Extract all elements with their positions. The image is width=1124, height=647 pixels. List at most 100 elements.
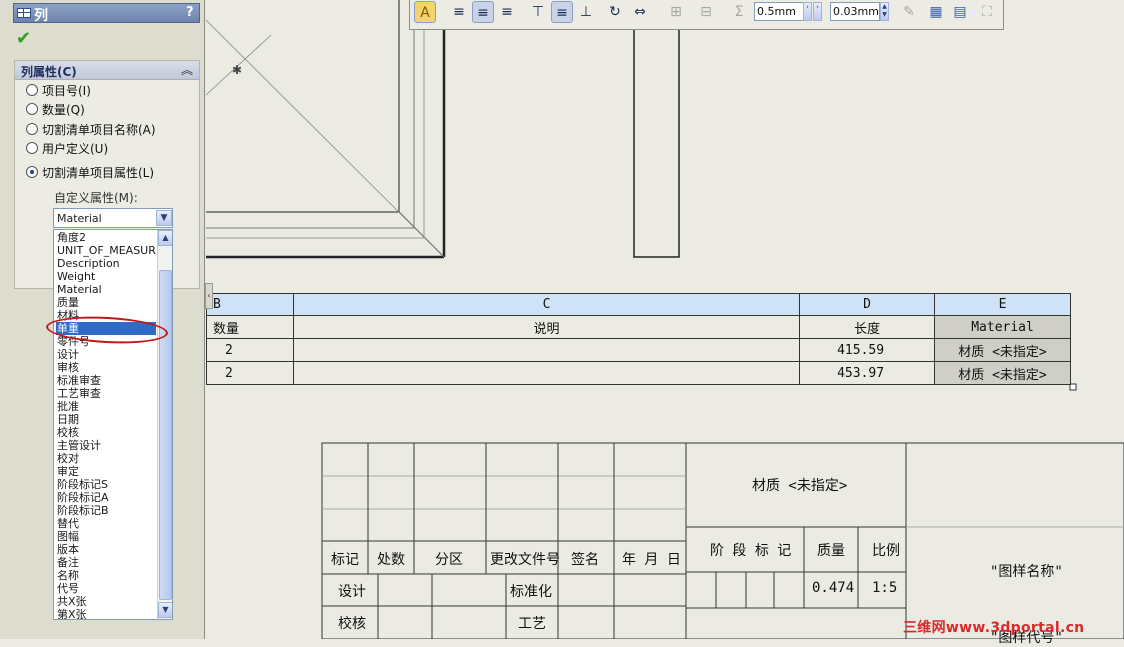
column-title-qty[interactable]: 数量 (206, 315, 294, 339)
radio-icon[interactable] (26, 142, 38, 154)
panel-title-bar: 列 ? (13, 3, 200, 24)
custom-property-label: 自定义属性(M): (54, 191, 138, 205)
line-thickness-spin-up[interactable]: › (813, 2, 822, 21)
list-item[interactable]: 图幅 (56, 530, 156, 543)
rotate-icon[interactable]: ↻ (604, 1, 626, 23)
group-header[interactable]: 列属性(C) ︽ (15, 61, 199, 80)
list-item[interactable]: Weight (56, 270, 156, 283)
list-item[interactable]: 主管设计 (56, 439, 156, 452)
col-header-c[interactable]: C (292, 293, 801, 316)
col-header-e[interactable]: E (934, 293, 1071, 316)
cell-length[interactable]: 415.59 (799, 338, 936, 362)
list-item[interactable]: 审定 (56, 465, 156, 478)
column-title-desc[interactable]: 说明 (292, 315, 801, 339)
cell-qty[interactable]: 2 (206, 361, 294, 385)
list-item[interactable]: 第X张 (56, 608, 156, 619)
list-item[interactable]: 阶段标记B (56, 504, 156, 517)
list-item[interactable]: 替代 (56, 517, 156, 530)
valign-middle-icon[interactable]: ≡ (551, 1, 573, 23)
table-row[interactable]: 2 415.59 材质 <未指定> (206, 338, 1071, 362)
column-title-material[interactable]: Material (934, 315, 1071, 339)
valign-top-icon[interactable]: ⊤ (527, 1, 549, 23)
radio-label: 切割清单项目名称(A) (42, 123, 156, 137)
radio-icon[interactable] (26, 166, 38, 178)
valign-bottom-icon[interactable]: ⊥ (575, 1, 597, 23)
list-item[interactable]: 版本 (56, 543, 156, 556)
bom-header-row[interactable]: B C D E (206, 293, 1071, 316)
cell-material[interactable]: 材质 <未指定> (934, 361, 1071, 385)
fit-width-icon[interactable]: ⇔ (629, 1, 651, 23)
tb-drawing-name: "图样名称" (990, 564, 1063, 580)
list-item[interactable]: 角度2 (56, 231, 156, 244)
chevron-down-icon[interactable]: ▼ (156, 210, 172, 226)
list-item[interactable]: Description (56, 257, 156, 270)
list-item[interactable]: 共X张 (56, 595, 156, 608)
tb-label-change-doc: 更改文件号 (490, 552, 560, 568)
align-left-icon[interactable]: ≡ (448, 1, 470, 23)
table-row[interactable]: 2 453.97 材质 <未指定> (206, 361, 1071, 385)
list-item[interactable]: Material (56, 283, 156, 296)
list-item[interactable]: 阶段标记A (56, 491, 156, 504)
property-dropdown-list[interactable]: 角度2 UNIT_OF_MEASURE Description Weight Mater… (53, 229, 173, 620)
list-item[interactable]: 名称 (56, 569, 156, 582)
list-item[interactable]: 批准 (56, 400, 156, 413)
list-item[interactable]: 备注 (56, 556, 156, 569)
table-icon[interactable]: ▤ (949, 1, 971, 23)
merge-cells-icon[interactable]: ⊞ (665, 1, 687, 23)
radio-icon[interactable] (26, 123, 38, 135)
cell-length[interactable]: 453.97 (799, 361, 936, 385)
help-button[interactable]: ? (186, 5, 194, 20)
align-right-icon[interactable]: ≡ (496, 1, 518, 23)
scroll-down-icon[interactable]: ▼ (158, 602, 172, 618)
list-item[interactable]: UNIT_OF_MEASURE (56, 244, 156, 257)
list-item[interactable]: 校核 (56, 426, 156, 439)
collapse-chevron-icon[interactable]: ︽ (181, 61, 193, 78)
list-item[interactable]: 审核 (56, 361, 156, 374)
list-item[interactable]: 阶段标记S (56, 478, 156, 491)
list-item[interactable]: 校对 (56, 452, 156, 465)
tb-label-sign: 签名 (571, 552, 599, 568)
list-item[interactable]: 设计 (56, 348, 156, 361)
tb-label-mark: 标记 (331, 552, 359, 568)
cell-material[interactable]: 材质 <未指定> (934, 338, 1071, 362)
select-icon[interactable]: ⛶ (976, 1, 998, 23)
align-center-icon[interactable]: ≡ (472, 1, 494, 23)
cell-desc[interactable] (292, 361, 801, 385)
list-item[interactable]: 工艺审查 (56, 387, 156, 400)
tb-label-design: 设计 (338, 584, 366, 600)
table-insert-icon[interactable]: ▦ (925, 1, 947, 23)
column-title-length[interactable]: 长度 (799, 315, 936, 339)
font-icon[interactable]: A (414, 1, 436, 23)
bom-title-row[interactable]: 数量 说明 长度 Material (206, 315, 1071, 339)
unmerge-cells-icon[interactable]: ⊟ (695, 1, 717, 23)
spacing-spin[interactable]: ▲ ▼ (880, 2, 889, 21)
panel-title: 列 (34, 8, 48, 24)
radio-label: 用户定义(U) (42, 142, 109, 156)
radio-label: 切割清单项目属性(L) (42, 166, 155, 180)
list-scrollbar[interactable]: ▲ ▼ (157, 230, 172, 619)
line-thickness-input[interactable]: 0.5mm (754, 2, 804, 21)
material-note: 材质 <未指定> (752, 478, 848, 494)
cell-desc[interactable] (292, 338, 801, 362)
line-thickness-spin[interactable]: ‹ (803, 2, 812, 21)
table-icon (17, 8, 31, 18)
col-header-d[interactable]: D (799, 293, 936, 316)
panel-collapse-arrow-icon[interactable]: ‹ (205, 283, 213, 309)
bom-table[interactable]: B C D E 数量 说明 长度 Material 2 415.59 材质 <未… (206, 293, 1071, 386)
col-header-b[interactable]: B (206, 293, 294, 316)
properties-icon[interactable]: ✎ (898, 1, 920, 23)
scroll-thumb[interactable] (159, 270, 172, 600)
spacing-input[interactable]: 0.03mm (830, 2, 880, 21)
tb-scale-value: 1:5 (872, 580, 898, 596)
scroll-up-icon[interactable]: ▲ (158, 230, 172, 246)
checkmark-icon[interactable]: ✔ (16, 28, 36, 49)
list-item[interactable]: 质量 (56, 296, 156, 309)
radio-icon[interactable] (26, 84, 38, 96)
cell-qty[interactable]: 2 (206, 338, 294, 362)
list-item[interactable]: 代号 (56, 582, 156, 595)
radio-icon[interactable] (26, 103, 38, 115)
list-item[interactable]: 标准审查 (56, 374, 156, 387)
list-item[interactable]: 日期 (56, 413, 156, 426)
sum-icon[interactable]: Σ (728, 1, 750, 23)
custom-property-combo[interactable]: Material ▼ (53, 208, 173, 228)
